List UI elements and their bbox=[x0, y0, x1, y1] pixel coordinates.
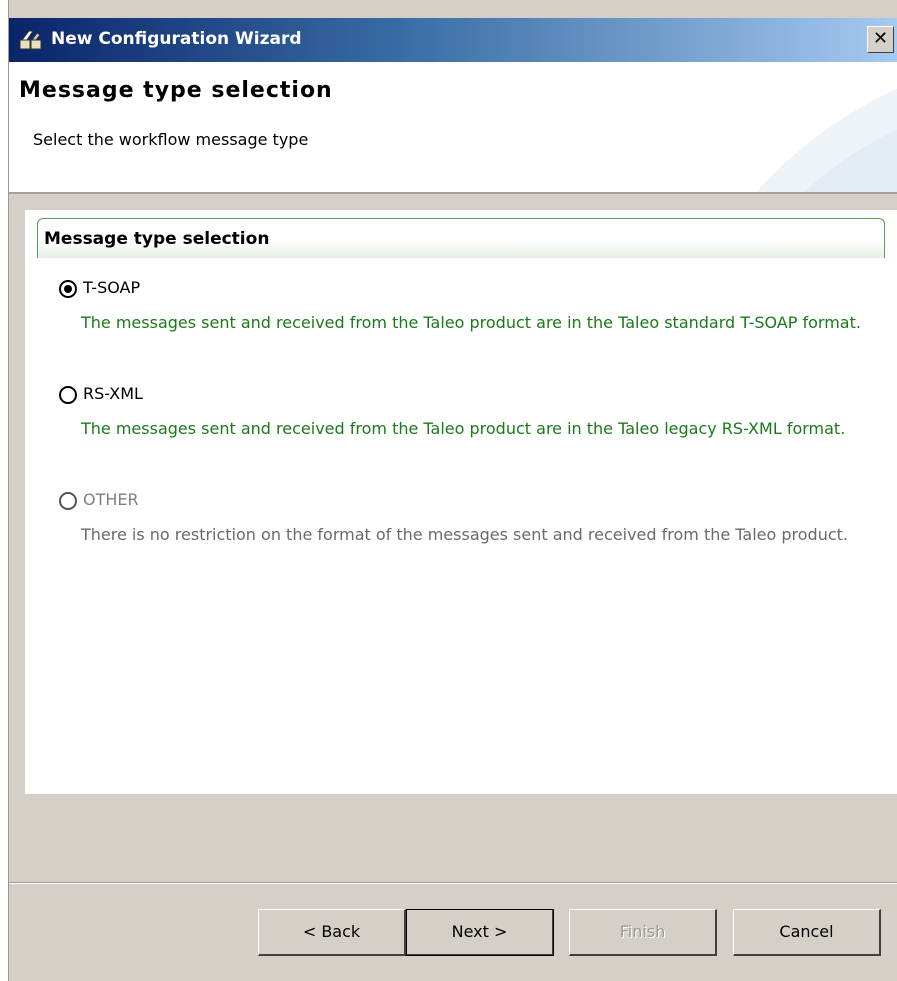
radio-button-rs-xml[interactable] bbox=[59, 386, 77, 404]
content-area: Message type selection T-SOAP The messag… bbox=[25, 210, 897, 794]
cancel-button[interactable]: Cancel bbox=[733, 909, 881, 956]
next-button[interactable]: Next > bbox=[406, 909, 554, 956]
option-description-t-soap: The messages sent and received from the … bbox=[81, 313, 861, 332]
radio-button-other bbox=[59, 492, 77, 510]
close-button[interactable]: ✕ bbox=[867, 26, 894, 53]
window-title: New Configuration Wizard bbox=[51, 29, 302, 49]
radio-label-other: OTHER bbox=[83, 490, 139, 509]
option-description-rs-xml: The messages sent and received from the … bbox=[81, 419, 846, 438]
group-title: Message type selection bbox=[44, 229, 270, 249]
finish-button: Finish bbox=[569, 909, 717, 956]
banner-decoration bbox=[756, 88, 897, 192]
radio-label-rs-xml[interactable]: RS-XML bbox=[83, 384, 143, 403]
title-bar[interactable]: New Configuration Wizard ✕ bbox=[9, 18, 897, 62]
wizard-app-icon bbox=[19, 30, 42, 50]
group-header: Message type selection bbox=[37, 218, 885, 258]
radio-label-t-soap[interactable]: T-SOAP bbox=[83, 278, 140, 297]
page-subtitle: Select the workflow message type bbox=[33, 130, 309, 149]
option-description-other: There is no restriction on the format of… bbox=[81, 525, 848, 544]
back-button[interactable]: < Back bbox=[258, 909, 406, 956]
radio-selected-dot bbox=[64, 285, 72, 293]
radio-button-t-soap[interactable] bbox=[59, 280, 77, 298]
page-title: Message type selection bbox=[19, 78, 333, 103]
wizard-header-banner: Message type selection Select the workfl… bbox=[9, 62, 897, 194]
wizard-dialog: New Configuration Wizard ✕ Message type … bbox=[8, 0, 897, 981]
button-bar-separator bbox=[9, 882, 897, 884]
close-icon: ✕ bbox=[872, 28, 889, 49]
